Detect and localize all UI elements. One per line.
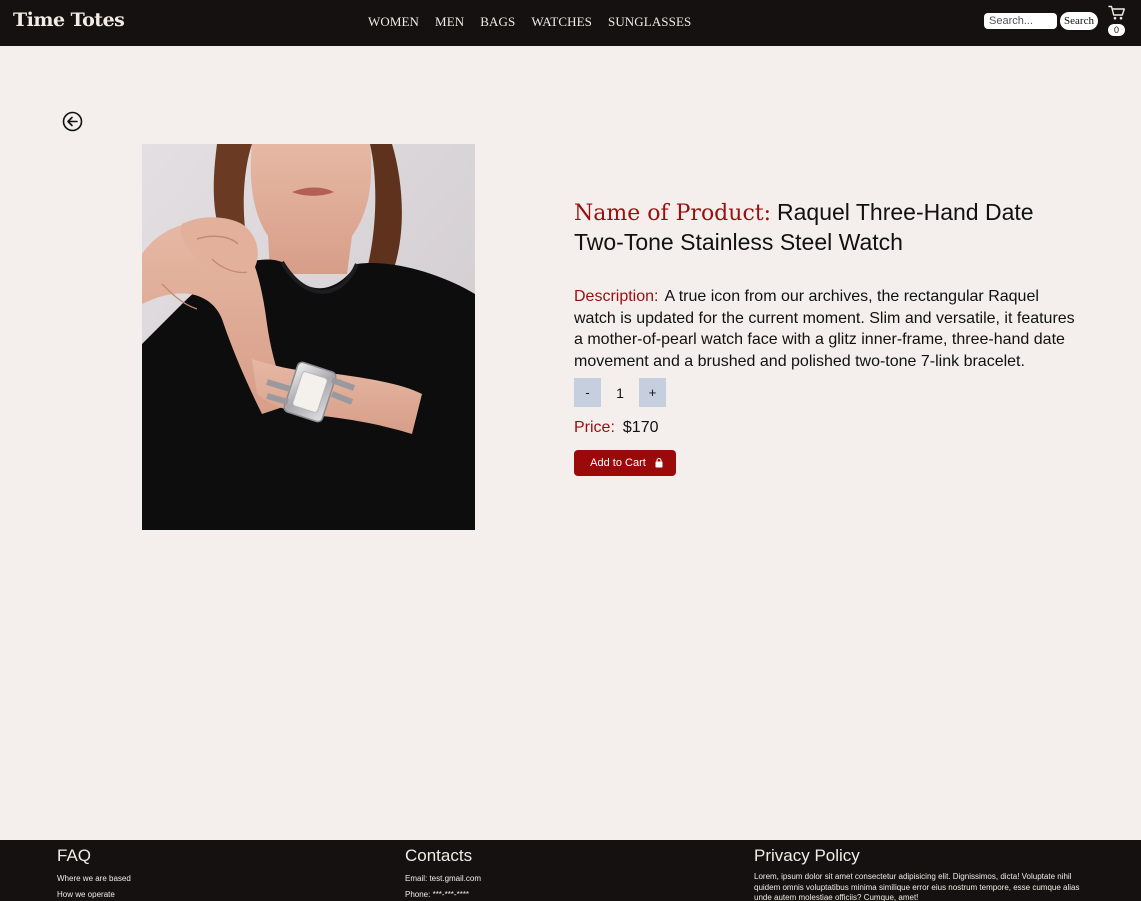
- footer-faq-column: FAQ Where we are based How we operate: [57, 840, 131, 899]
- back-arrow-icon[interactable]: [62, 111, 83, 132]
- product-description-label: Description:: [574, 288, 659, 305]
- price-value: $170: [622, 419, 659, 436]
- brand-logo[interactable]: Time Totes: [13, 9, 125, 31]
- quantity-increase-button[interactable]: +: [639, 378, 666, 407]
- nav-link-watches[interactable]: WATCHES: [531, 14, 592, 30]
- product-description-row: Description: A true icon from our archive…: [574, 286, 1084, 372]
- footer-contacts-heading: Contacts: [405, 846, 473, 865]
- shopping-bag-icon: [655, 458, 663, 468]
- cart-icon[interactable]: [1108, 5, 1126, 21]
- footer-contacts-column: Contacts Email: test.gmail.com Phone: **…: [405, 840, 481, 899]
- top-navbar: Time Totes WOMEN MEN BAGS WATCHES SUNGLA…: [0, 0, 1141, 46]
- footer-privacy-heading: Privacy Policy: [754, 846, 860, 865]
- search-input[interactable]: [984, 13, 1057, 29]
- quantity-stepper: - 1 +: [574, 378, 666, 407]
- footer-contact-email: Email: test.gmail.com: [405, 874, 482, 883]
- footer-privacy-text: Lorem, ipsum dolor sit amet consectetur …: [754, 872, 1080, 901]
- nav-link-bags[interactable]: BAGS: [480, 14, 515, 30]
- product-photo-watch-on-wrist: [142, 144, 475, 530]
- nav-link-sunglasses[interactable]: SUNGLASSES: [608, 14, 691, 30]
- product-name-label: Name of Product:: [574, 201, 772, 226]
- footer: FAQ Where we are based How we operate Co…: [0, 840, 1141, 901]
- add-to-cart-label: Add to Cart: [590, 457, 646, 469]
- cart-count-badge: 0: [1108, 24, 1125, 36]
- add-to-cart-button[interactable]: Add to Cart: [574, 450, 676, 476]
- nav-link-men[interactable]: MEN: [435, 14, 464, 30]
- price-label: Price:: [574, 419, 615, 436]
- main-nav: WOMEN MEN BAGS WATCHES SUNGLASSES: [368, 14, 691, 30]
- nav-link-women[interactable]: WOMEN: [368, 14, 419, 30]
- footer-privacy-column: Privacy Policy Lorem, ipsum dolor sit am…: [754, 840, 1084, 901]
- footer-contact-phone: Phone: ***-***-****: [405, 890, 470, 899]
- footer-faq-link-operate[interactable]: How we operate: [57, 890, 131, 899]
- price-row: Price: $170: [574, 419, 659, 437]
- product-image: [142, 144, 475, 530]
- footer-faq-heading: FAQ: [57, 846, 92, 865]
- quantity-value: 1: [616, 384, 624, 401]
- quantity-decrease-button[interactable]: -: [574, 378, 601, 407]
- product-details: Name of Product: Raquel Three-Hand Date T…: [574, 198, 1084, 372]
- footer-faq-link-based[interactable]: Where we are based: [57, 874, 131, 883]
- search-button[interactable]: Search: [1060, 12, 1098, 30]
- product-name-row: Name of Product: Raquel Three-Hand Date T…: [574, 198, 1084, 256]
